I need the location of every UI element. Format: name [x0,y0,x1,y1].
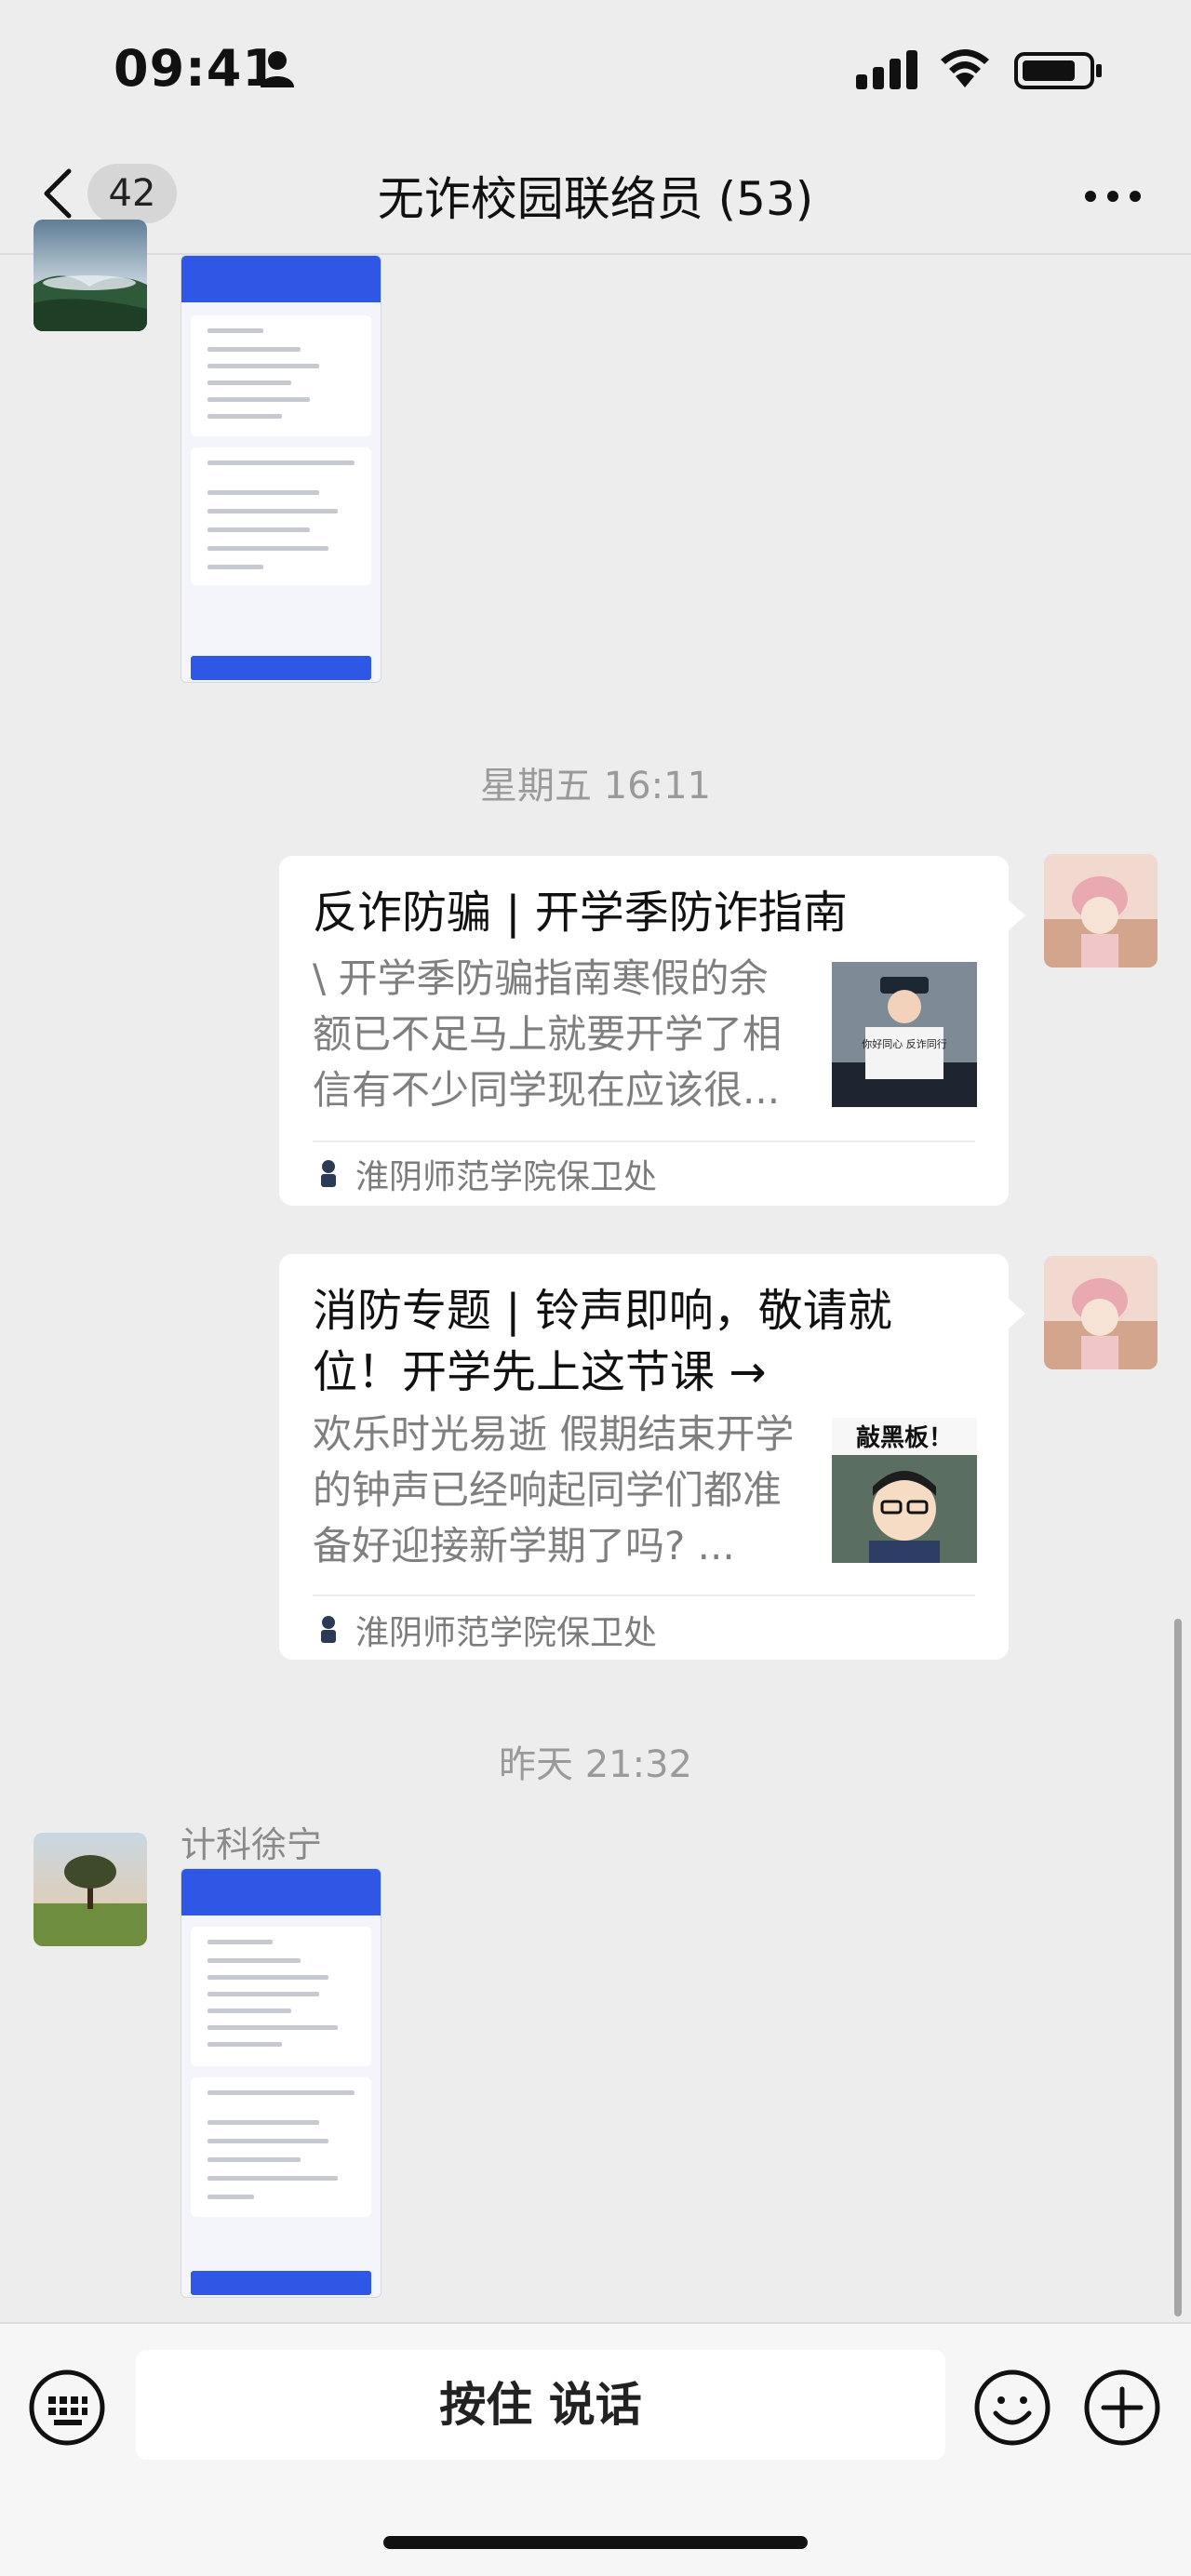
screenshot-image-2[interactable] [181,1868,381,2298]
thumb-headline-text: 敲黑板！ [856,1423,953,1452]
screenshot-image-1[interactable] [181,255,381,683]
article-source: 淮阴师范学院保卫处 [355,1614,658,1652]
chat-title: 无诈校园联络员 (53) [377,172,814,226]
article-summary: 欢乐时光易逝 假期结束开学的钟声已经响起同学们都准备好迎接新学期了吗? ... [313,1411,795,1568]
hold-to-talk-button[interactable]: 按住 说话 [136,2350,945,2460]
article-card-2[interactable]: 消防专题 | 铃声即响，敬请就位！开学先上这节课 → 欢乐时光易逝 假期结束开学… [279,1254,1009,1660]
emoji-icon[interactable] [973,2369,1051,2447]
more-options-icon[interactable] [1079,182,1146,210]
keyboard-icon[interactable] [28,2369,106,2447]
signal-icon [856,50,917,89]
plus-icon[interactable] [1083,2369,1161,2447]
article-card-1[interactable]: 反诈防骗 | 开学季防诈指南 \ 开学季防骗指南寒假的余额已不足马上就要开学了相… [279,856,1009,1206]
avatar-girl[interactable] [1044,1256,1158,1369]
article-source: 淮阴师范学院保卫处 [355,1158,658,1196]
time-divider-1: 星期五 16:11 [480,765,711,808]
person-icon [261,51,294,87]
scrollbar[interactable] [1174,1619,1182,2316]
article-title: 消防专题 | 铃声即响，敬请就位！开学先上这节课 → [313,1285,892,1398]
article-thumbnail-cartoon: 敲黑板！ [832,1418,977,1563]
article-thumbnail-police: 你好同心 反诈同行 [832,962,977,1107]
bubble-tail [1009,1299,1025,1328]
bubble-tail [1009,901,1025,930]
time-divider-2: 昨天 21:32 [499,1743,692,1786]
card-divider [313,1595,975,1596]
article-summary: \ 开学季防骗指南寒假的余额已不足马上就要开学了相信有不少同学现在应该很... [313,955,783,1113]
police-badge-icon [321,1160,336,1187]
battery-icon [1014,52,1102,89]
thumb-sign-text: 你好同心 反诈同行 [862,1037,947,1050]
status-bar: 09:41 [0,0,1191,140]
sender-name: 计科徐宁 [181,1824,323,1865]
avatar-girl[interactable] [1044,854,1158,968]
home-indicator[interactable] [383,2536,808,2549]
wifi-icon [941,49,989,87]
status-time: 09:41 [114,39,278,98]
card-divider [313,1141,975,1142]
avatar-mountain[interactable] [33,220,147,331]
article-title: 反诈防骗 | 开学季防诈指南 [313,887,848,939]
chat-header: 42 无诈校园联络员 (53) [0,140,1191,255]
avatar-tree[interactable] [33,1833,147,1946]
police-badge-icon [321,1616,336,1643]
